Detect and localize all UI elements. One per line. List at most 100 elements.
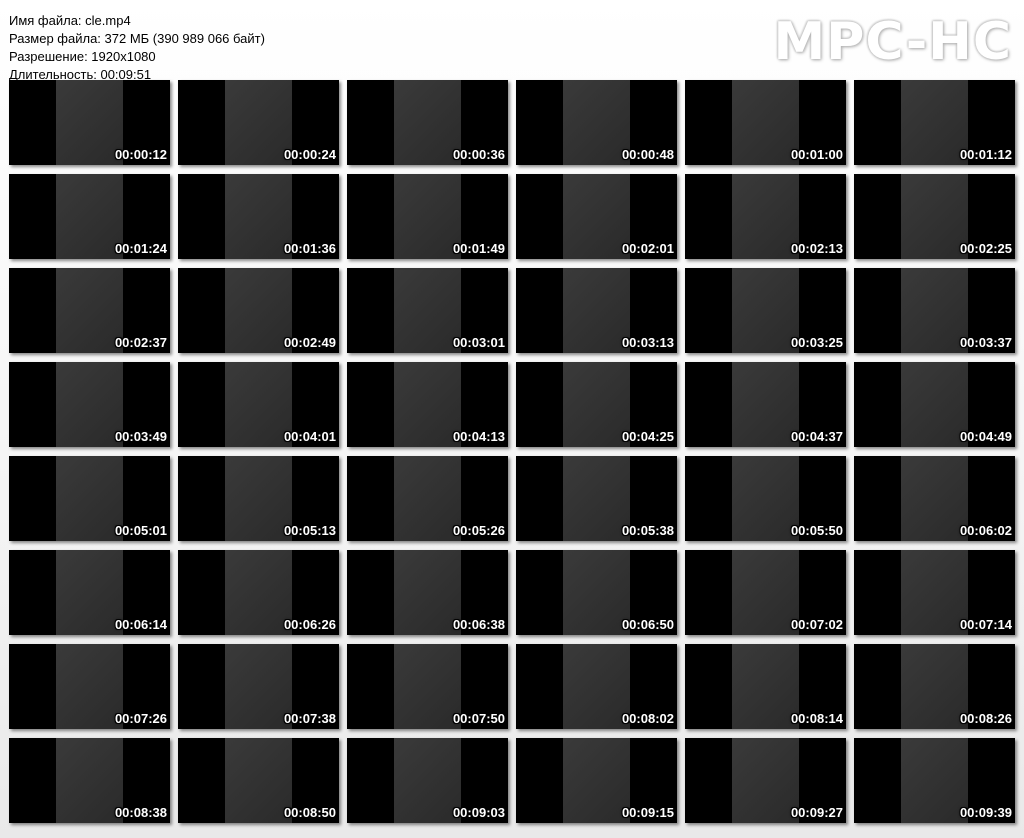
thumbnail: 00:07:14 [854, 550, 1015, 635]
thumbnail: 00:09:27 [685, 738, 846, 823]
thumbnail-frame-placeholder [394, 80, 461, 165]
thumbnail-frame-placeholder [563, 174, 630, 259]
thumbnail-frame-placeholder [225, 268, 292, 353]
thumbnail-timestamp: 00:07:14 [959, 617, 1012, 632]
thumbnail-timestamp: 00:01:00 [790, 147, 843, 162]
thumbnail-timestamp: 00:04:25 [621, 429, 674, 444]
thumbnail: 00:08:26 [854, 644, 1015, 729]
thumbnail-timestamp: 00:01:24 [114, 241, 167, 256]
thumbnail-timestamp: 00:03:37 [959, 335, 1012, 350]
thumbnail-frame-placeholder [563, 738, 630, 823]
thumbnail: 00:03:25 [685, 268, 846, 353]
thumbnail: 00:05:50 [685, 456, 846, 541]
thumbnail-frame-placeholder [225, 456, 292, 541]
thumbnail-frame-placeholder [56, 456, 123, 541]
thumbnail-frame-placeholder [901, 550, 968, 635]
thumbnail: 00:01:49 [347, 174, 508, 259]
thumbnail: 00:02:01 [516, 174, 677, 259]
thumbnail-timestamp: 00:03:13 [621, 335, 674, 350]
thumbnail-frame-placeholder [732, 456, 799, 541]
thumbnail: 00:05:13 [178, 456, 339, 541]
thumbnail-frame-placeholder [563, 550, 630, 635]
thumbnail-frame-placeholder [394, 268, 461, 353]
thumbnail: 00:04:13 [347, 362, 508, 447]
thumbnail-frame-placeholder [732, 738, 799, 823]
thumbnail-frame-placeholder [394, 550, 461, 635]
thumbnail-timestamp: 00:02:01 [621, 241, 674, 256]
thumbnail-frame-placeholder [563, 80, 630, 165]
thumbnail: 00:02:13 [685, 174, 846, 259]
thumbnail: 00:07:38 [178, 644, 339, 729]
thumbnail: 00:01:24 [9, 174, 170, 259]
thumbnail-frame-placeholder [901, 738, 968, 823]
thumbnail-frame-placeholder [901, 456, 968, 541]
thumbnail-frame-placeholder [56, 80, 123, 165]
thumbnail-frame-placeholder [732, 644, 799, 729]
thumbnail: 00:01:00 [685, 80, 846, 165]
thumbnail-timestamp: 00:03:49 [114, 429, 167, 444]
thumbnail: 00:07:26 [9, 644, 170, 729]
thumbnail: 00:08:38 [9, 738, 170, 823]
thumbnail-frame-placeholder [394, 456, 461, 541]
thumbnail-frame-placeholder [563, 456, 630, 541]
thumbnail: 00:05:38 [516, 456, 677, 541]
thumbnail-frame-placeholder [56, 644, 123, 729]
thumbnail-timestamp: 00:06:26 [283, 617, 336, 632]
thumbnail: 00:02:25 [854, 174, 1015, 259]
thumbnail-timestamp: 00:01:12 [959, 147, 1012, 162]
thumbnail-timestamp: 00:07:26 [114, 711, 167, 726]
thumbnail: 00:06:14 [9, 550, 170, 635]
thumbnail-timestamp: 00:06:02 [959, 523, 1012, 538]
thumbnail-timestamp: 00:09:15 [621, 805, 674, 820]
thumbnail-timestamp: 00:09:03 [452, 805, 505, 820]
thumbnail-timestamp: 00:05:38 [621, 523, 674, 538]
thumbnail-frame-placeholder [901, 80, 968, 165]
thumbnail-timestamp: 00:00:24 [283, 147, 336, 162]
thumbnail-timestamp: 00:05:50 [790, 523, 843, 538]
thumbnail-frame-placeholder [732, 174, 799, 259]
thumbnail-frame-placeholder [394, 644, 461, 729]
thumbnail-grid: 00:00:12 00:00:24 00:00:36 00:00:48 00:01:00… [9, 80, 1015, 823]
thumbnail: 00:01:36 [178, 174, 339, 259]
thumbnail: 00:03:37 [854, 268, 1015, 353]
thumbnail-timestamp: 00:08:26 [959, 711, 1012, 726]
thumbnail-timestamp: 00:08:02 [621, 711, 674, 726]
thumbnail-timestamp: 00:04:49 [959, 429, 1012, 444]
thumbnail-frame-placeholder [225, 174, 292, 259]
thumbnail-timestamp: 00:08:14 [790, 711, 843, 726]
thumbnail-frame-placeholder [394, 738, 461, 823]
thumbnail-timestamp: 00:07:02 [790, 617, 843, 632]
thumbnail-frame-placeholder [225, 644, 292, 729]
resolution: Разрешение: 1920x1080 [9, 49, 156, 64]
thumbnail: 00:04:49 [854, 362, 1015, 447]
thumbnail: 00:06:38 [347, 550, 508, 635]
thumbnail-timestamp: 00:03:25 [790, 335, 843, 350]
thumbnail-timestamp: 00:08:38 [114, 805, 167, 820]
thumbnail: 00:01:12 [854, 80, 1015, 165]
thumbnail-timestamp: 00:03:01 [452, 335, 505, 350]
thumbnail-timestamp: 00:04:37 [790, 429, 843, 444]
thumbnail: 00:07:02 [685, 550, 846, 635]
thumbnail: 00:06:26 [178, 550, 339, 635]
thumbnail: 00:08:14 [685, 644, 846, 729]
thumbnail-frame-placeholder [901, 268, 968, 353]
thumbnail-timestamp: 00:07:50 [452, 711, 505, 726]
thumbnail: 00:03:13 [516, 268, 677, 353]
thumbnail-timestamp: 00:05:01 [114, 523, 167, 538]
thumbnail-timestamp: 00:07:38 [283, 711, 336, 726]
thumbnail: 00:00:24 [178, 80, 339, 165]
thumbnail: 00:00:48 [516, 80, 677, 165]
thumbnail-timestamp: 00:09:27 [790, 805, 843, 820]
thumbnail-frame-placeholder [901, 644, 968, 729]
thumbnail-timestamp: 00:02:13 [790, 241, 843, 256]
thumbnail: 00:02:49 [178, 268, 339, 353]
thumbnail: 00:03:01 [347, 268, 508, 353]
thumbnail-timestamp: 00:02:49 [283, 335, 336, 350]
thumbnail-frame-placeholder [732, 268, 799, 353]
thumbnail-timestamp: 00:05:26 [452, 523, 505, 538]
thumbnail-timestamp: 00:02:25 [959, 241, 1012, 256]
thumbnail: 00:04:01 [178, 362, 339, 447]
thumbnail-frame-placeholder [56, 550, 123, 635]
thumbnail: 00:08:02 [516, 644, 677, 729]
thumbnail: 00:09:03 [347, 738, 508, 823]
